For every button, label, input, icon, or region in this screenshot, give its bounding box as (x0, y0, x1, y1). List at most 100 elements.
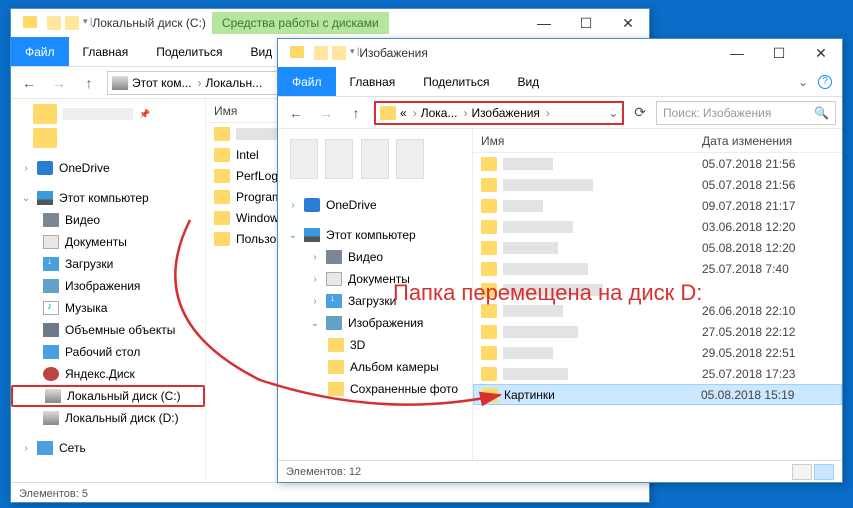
nav-images[interactable]: Изображения (11, 275, 205, 297)
ribbon-tab-view[interactable]: Вид (503, 67, 553, 96)
file-row[interactable]: 25.07.2018 17:23 (473, 363, 842, 384)
nav-music[interactable]: Музыка (11, 297, 205, 319)
breadcrumb[interactable]: Изобажения (471, 106, 549, 120)
nav-documents[interactable]: ›Документы (278, 268, 472, 290)
nav-video[interactable]: Видео (11, 209, 205, 231)
file-row[interactable]: 03.06.2018 12:20 (473, 216, 842, 237)
nav-onedrive[interactable]: ›OneDrive (11, 157, 205, 179)
file-row[interactable]: 05.08.2018 12:20 (473, 237, 842, 258)
nav-network[interactable]: ›Сеть (11, 437, 205, 459)
file-row[interactable]: 05.07.2018 21:56 (473, 174, 842, 195)
blurred-name (503, 158, 553, 170)
ribbon-tab-share[interactable]: Поделиться (142, 37, 236, 66)
titlebar-front[interactable]: ▾ | Изобажения — ☐ ✕ (278, 39, 842, 67)
file-row-selected[interactable]: Картинки05.08.2018 15:19 (473, 384, 842, 405)
col-name[interactable]: Имя (473, 134, 702, 148)
breadcrumb[interactable]: Этот ком... (132, 76, 202, 90)
ribbon-tab-share[interactable]: Поделиться (409, 67, 503, 96)
expand-ribbon-icon[interactable]: ⌄ (798, 75, 808, 89)
blurred-thumb (361, 139, 389, 179)
qat-item[interactable] (47, 16, 61, 30)
nav-downloads[interactable]: Загрузки (11, 253, 205, 275)
qat-item[interactable] (332, 46, 346, 60)
navigation-pane-front[interactable]: ›OneDrive ⌄Этот компьютер ›Видео ›Докуме… (278, 129, 473, 460)
nav-label: 3D (350, 338, 365, 352)
qat-item[interactable] (65, 16, 79, 30)
folder-icon (481, 304, 497, 318)
breadcrumb[interactable]: Локальн... (206, 76, 269, 90)
file-list-front[interactable]: 05.07.2018 21:56 05.07.2018 21:56 09.07.… (473, 153, 842, 460)
nav-images[interactable]: ⌄Изображения (278, 312, 472, 334)
qat-item[interactable] (314, 46, 328, 60)
file-row[interactable]: 27.05.2018 22:12 (473, 321, 842, 342)
ribbon-tab-home[interactable]: Главная (336, 67, 410, 96)
navigation-pane-back[interactable]: 📌 ›OneDrive ⌄Этот компьютер Видео Докуме… (11, 99, 206, 482)
nav-3d[interactable]: 3D (278, 334, 472, 356)
nav-label: Этот компьютер (326, 228, 416, 242)
nav-saved[interactable]: Сохраненные фото (278, 378, 472, 400)
file-row[interactable]: 26.06.2018 22:10 (473, 300, 842, 321)
nav-this-pc[interactable]: ⌄Этот компьютер (11, 187, 205, 209)
blurred-name (503, 263, 588, 275)
file-row[interactable]: 09.07.2018 21:17 (473, 195, 842, 216)
nav-album[interactable]: Альбом камеры (278, 356, 472, 378)
nav-up-button[interactable]: ↑ (77, 71, 101, 95)
folder-icon (481, 283, 497, 297)
nav-downloads[interactable]: ›Загрузки (278, 290, 472, 312)
nav-up-button[interactable]: ↑ (344, 101, 368, 125)
music-icon (43, 301, 59, 315)
file-row[interactable]: 29.05.2018 22:51 (473, 342, 842, 363)
qat-dropdown-icon[interactable]: ▾ | (350, 46, 359, 60)
nav-back-button[interactable]: ← (284, 101, 308, 125)
addr-dropdown-icon[interactable]: ⌄ (608, 106, 618, 120)
nav-video[interactable]: ›Видео (278, 246, 472, 268)
col-date[interactable]: Дата изменения (702, 134, 842, 148)
nav-label: Этот компьютер (59, 191, 149, 205)
maximize-button[interactable]: ☐ (758, 39, 800, 67)
ribbon-tab-home[interactable]: Главная (69, 37, 143, 66)
nav-onedrive[interactable]: ›OneDrive (278, 194, 472, 216)
view-large-button[interactable] (792, 464, 812, 480)
view-details-button[interactable] (814, 464, 834, 480)
close-button[interactable]: ✕ (800, 39, 842, 67)
file-date: 03.06.2018 12:20 (702, 220, 842, 234)
nav-local-d[interactable]: Локальный диск (D:) (11, 407, 205, 429)
refresh-button[interactable]: ⟳ (630, 104, 650, 121)
breadcrumb-overflow[interactable]: « (400, 106, 417, 120)
window-title: Изобажения (359, 46, 427, 60)
close-button[interactable]: ✕ (607, 9, 649, 37)
breadcrumb[interactable]: Лока... (421, 106, 468, 120)
maximize-button[interactable]: ☐ (565, 9, 607, 37)
contextual-tab[interactable]: Средства работы с дисками (212, 12, 389, 34)
minimize-button[interactable]: — (716, 39, 758, 67)
search-box[interactable]: Поиск: Изобажения 🔍 (656, 101, 836, 125)
nav-label: Объемные объекты (65, 323, 175, 337)
nav-yandex[interactable]: Яндекс.Диск (11, 363, 205, 385)
nav-forward-button[interactable]: → (47, 71, 71, 95)
titlebar-back[interactable]: ▾ | Локальный диск (C:) Средства работы … (11, 9, 649, 37)
nav-documents[interactable]: Документы (11, 231, 205, 253)
search-icon[interactable]: 🔍 (814, 106, 829, 120)
nav-label: Локальный диск (D:) (65, 411, 179, 425)
address-row-front: ← → ↑ « Лока... Изобажения ⌄ ⟳ Поиск: Из… (278, 97, 842, 129)
minimize-button[interactable]: — (523, 9, 565, 37)
nav-3d[interactable]: Объемные объекты (11, 319, 205, 341)
blurred-name (503, 347, 553, 359)
file-row[interactable] (473, 279, 842, 300)
qat-dropdown-icon[interactable]: ▾ | (83, 16, 92, 30)
nav-this-pc[interactable]: ⌄Этот компьютер (278, 224, 472, 246)
ribbon-tab-file[interactable]: Файл (278, 67, 336, 96)
file-row[interactable]: 05.07.2018 21:56 (473, 153, 842, 174)
help-icon[interactable]: ? (818, 75, 832, 89)
column-headers[interactable]: Имя Дата изменения (473, 129, 842, 153)
ribbon-tab-file[interactable]: Файл (11, 37, 69, 66)
nav-desktop[interactable]: Рабочий стол (11, 341, 205, 363)
nav-local-c[interactable]: Локальный диск (C:) (11, 385, 205, 407)
ribbon-expand[interactable]: ⌄ ? (798, 75, 842, 89)
content-pane-front: Имя Дата изменения 05.07.2018 21:56 05.0… (473, 129, 842, 460)
address-bar[interactable]: « Лока... Изобажения ⌄ (374, 101, 624, 125)
nav-forward-button[interactable]: → (314, 101, 338, 125)
images-icon (43, 279, 59, 293)
nav-back-button[interactable]: ← (17, 71, 41, 95)
file-row[interactable]: 25.07.2018 7:40 (473, 258, 842, 279)
